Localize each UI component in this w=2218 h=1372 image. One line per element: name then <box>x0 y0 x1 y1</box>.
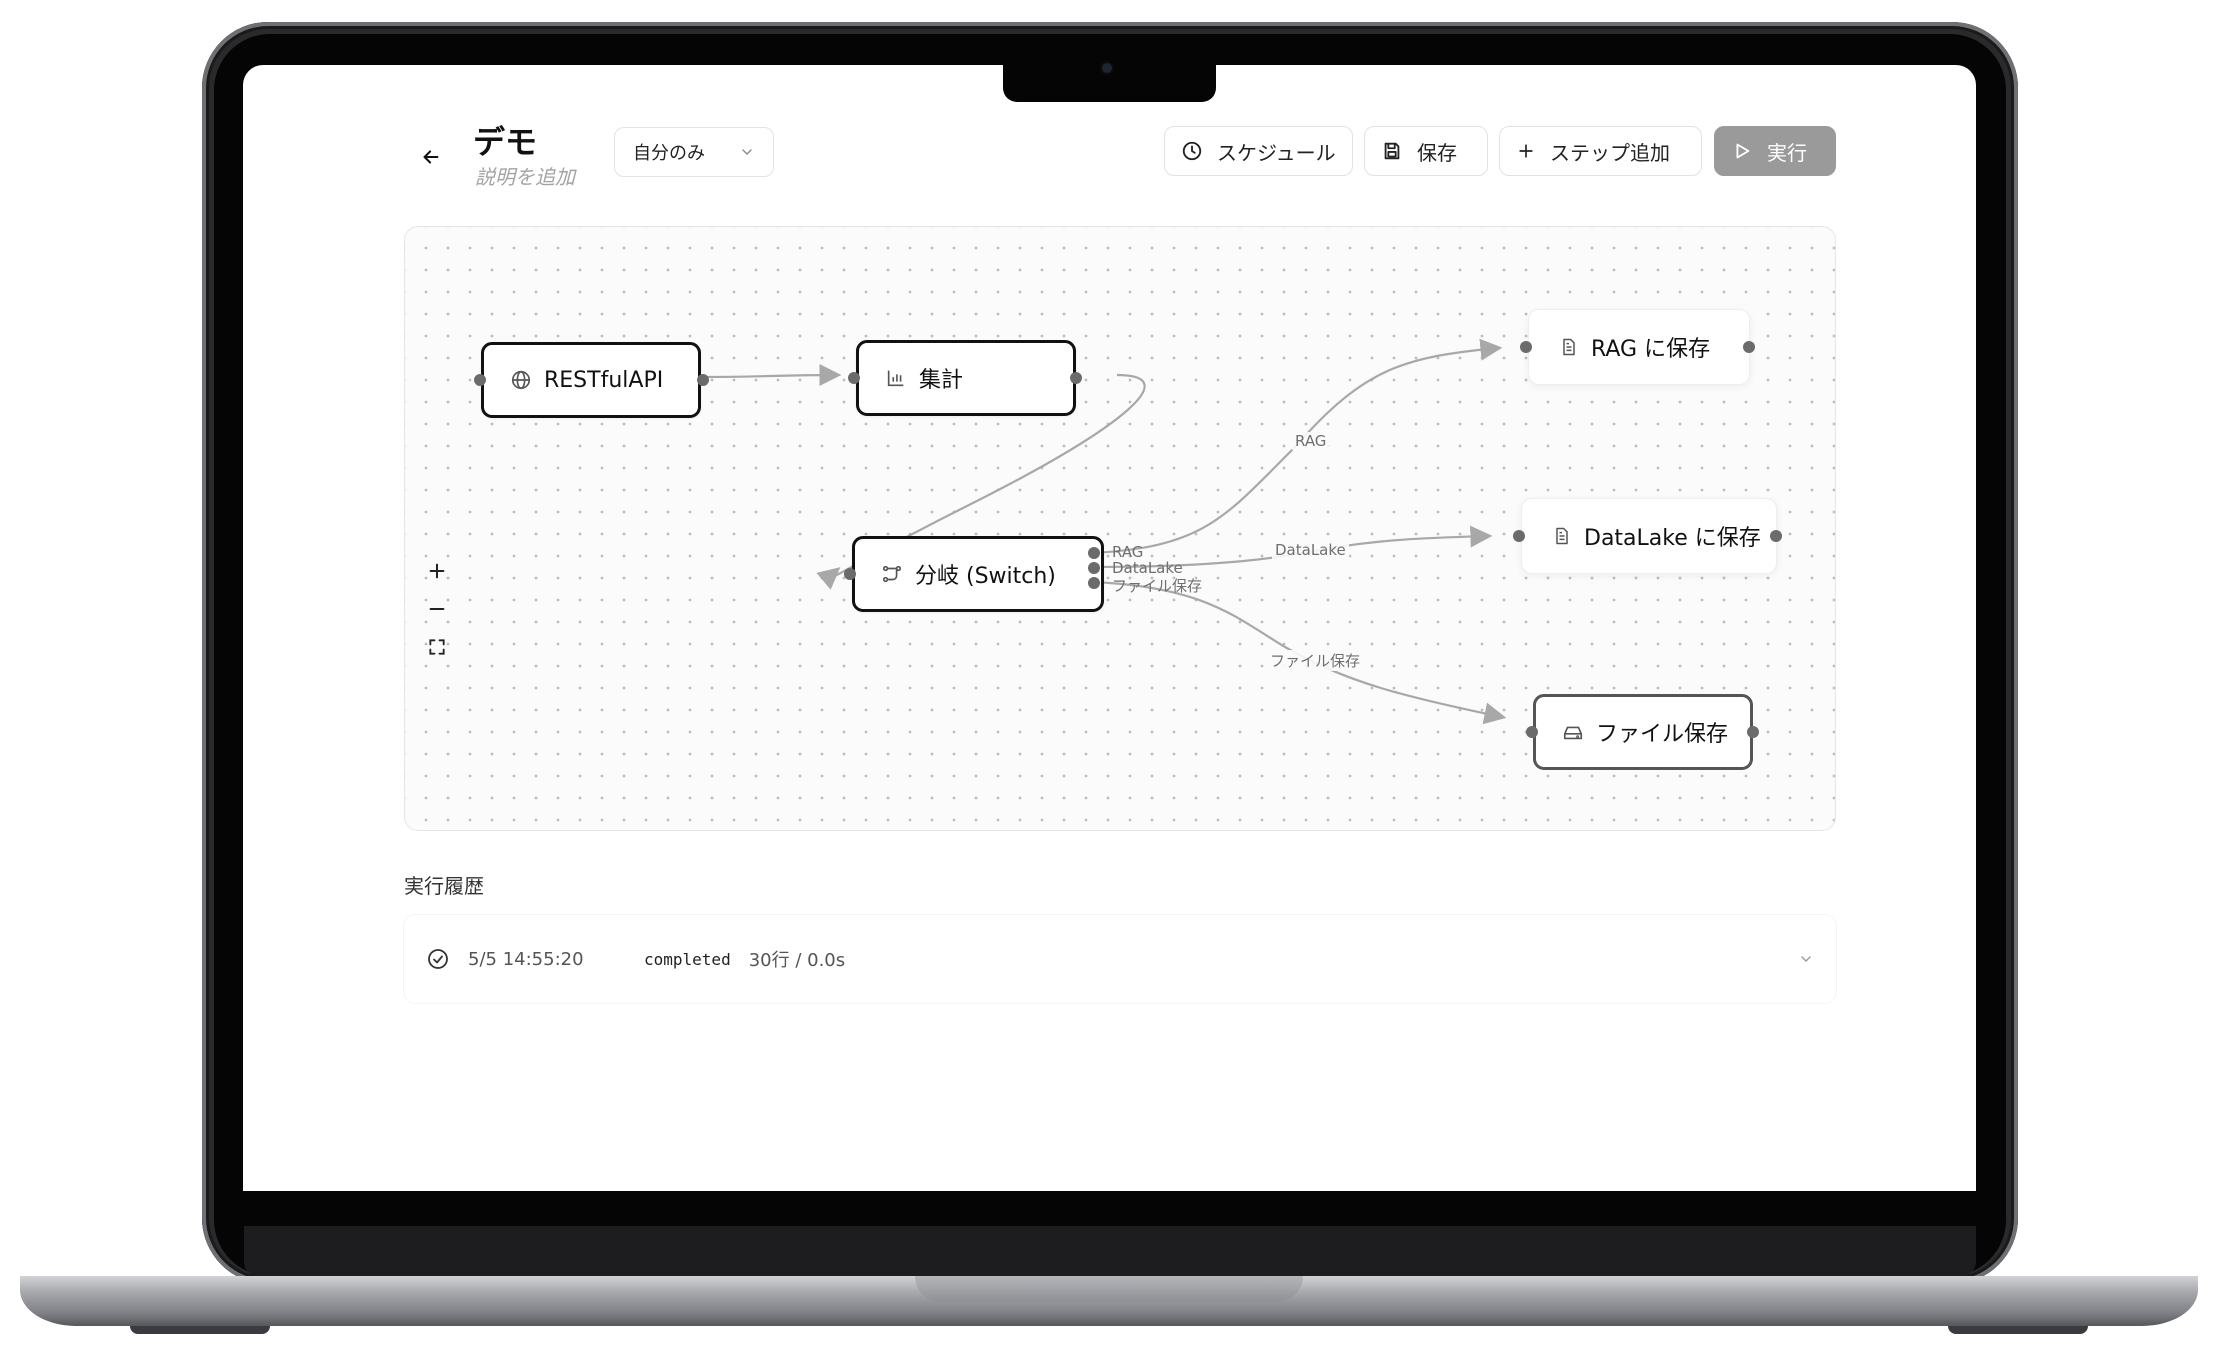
handle-out[interactable] <box>1770 530 1782 542</box>
handle-in[interactable] <box>474 374 486 386</box>
laptop-chin <box>244 1226 1976 1276</box>
handle-out[interactable] <box>1747 726 1759 738</box>
plus-icon <box>1519 144 1533 158</box>
handle-in[interactable] <box>1513 530 1525 542</box>
laptop-opening-notch <box>915 1276 1303 1302</box>
handle-out[interactable] <box>1070 372 1082 384</box>
node-save-datalake[interactable]: DataLake に保存 <box>1521 498 1777 574</box>
description-placeholder[interactable]: 説明を追加 <box>475 161 575 190</box>
zoom-out-button[interactable] <box>419 590 455 628</box>
node-save-rag[interactable]: RAG に保存 <box>1528 309 1750 385</box>
node-label: RESTfulAPI <box>544 367 664 393</box>
file-icon <box>1563 338 1575 356</box>
save-icon <box>1384 142 1400 160</box>
handle-in[interactable] <box>848 372 860 384</box>
check-circle-icon <box>428 949 448 969</box>
history-heading: 実行履歴 <box>404 874 484 898</box>
node-restful-api[interactable]: RESTfulAPI <box>481 342 701 418</box>
globe-icon <box>511 370 531 390</box>
laptop-foot-left <box>130 1326 270 1334</box>
schedule-label: スケジュール <box>1217 140 1336 165</box>
node-label: 集計 <box>919 368 964 393</box>
fit-view-button[interactable] <box>419 628 455 666</box>
chevron-down-icon <box>742 149 752 155</box>
handle-out[interactable] <box>697 374 709 386</box>
zoom-in-button[interactable] <box>419 552 455 590</box>
zoom-controls <box>419 552 455 666</box>
fullscreen-icon <box>429 639 445 655</box>
plus-icon <box>429 563 445 579</box>
handle-in[interactable] <box>1526 726 1538 738</box>
run-label: 実行 <box>1767 140 1807 165</box>
clock-icon <box>1182 141 1202 161</box>
node-save-file[interactable]: ファイル保存 <box>1533 694 1753 770</box>
save-label: 保存 <box>1417 140 1457 165</box>
add-step-label: ステップ追加 <box>1550 140 1670 165</box>
save-button[interactable]: 保存 <box>1364 126 1488 176</box>
node-label: RAG に保存 <box>1591 337 1711 362</box>
back-button[interactable] <box>416 142 446 172</box>
visibility-select[interactable]: 自分のみ <box>614 127 774 177</box>
node-switch[interactable]: 分岐 (Switch) <box>852 536 1104 612</box>
chevron-down-icon[interactable] <box>1798 951 1814 967</box>
add-step-button[interactable]: ステップ追加 <box>1499 126 1702 176</box>
node-label: DataLake に保存 <box>1584 526 1761 551</box>
schedule-button[interactable]: スケジュール <box>1164 126 1353 176</box>
handle-out-rag[interactable] <box>1088 547 1100 559</box>
drive-icon <box>1563 726 1583 740</box>
handle-in[interactable] <box>1520 341 1532 353</box>
bar-chart-icon <box>887 370 904 387</box>
node-label: ファイル保存 <box>1596 722 1729 747</box>
arrow-left-icon <box>423 150 439 164</box>
edge-switch-rag <box>1092 338 1503 555</box>
visibility-value: 自分のみ <box>633 143 705 164</box>
minus-icon <box>429 607 445 611</box>
edge-label-datalake: DataLake <box>1272 541 1349 559</box>
history-summary: 30行 / 0.0s <box>748 950 846 971</box>
history-timestamp: 5/5 14:55:20 <box>468 948 584 970</box>
workflow-canvas[interactable]: RESTfulAPI 集計 分岐 (Switch) RAG DataLake フ… <box>404 226 1836 831</box>
split-icon <box>882 565 902 583</box>
node-aggregate[interactable]: 集計 <box>856 340 1076 416</box>
page-title: デモ <box>473 123 538 161</box>
edge-label-file: ファイル保存 <box>1267 650 1364 671</box>
file-icon <box>1556 527 1568 545</box>
play-icon <box>1736 143 1750 159</box>
handle-out[interactable] <box>1743 341 1755 353</box>
app-screen: デモ 説明を追加 自分のみ スケジュール 保存 ステップ追加 実行 RESTfu… <box>243 65 1976 1191</box>
camera-icon <box>1102 63 1112 73</box>
handle-out-datalake[interactable] <box>1088 562 1100 574</box>
history-status: completed <box>644 949 731 969</box>
handle-in[interactable] <box>844 568 856 580</box>
node-label: 分岐 (Switch) <box>915 564 1056 589</box>
run-button[interactable]: 実行 <box>1714 126 1836 176</box>
port-label-file: ファイル保存 <box>1112 577 1203 595</box>
history-row[interactable]: 5/5 14:55:20 completed 30行 / 0.0s <box>404 915 1836 1003</box>
laptop-foot-right <box>1948 1326 2088 1334</box>
handle-out-file[interactable] <box>1088 577 1100 589</box>
edge-restful-aggregate <box>703 364 842 387</box>
edge-label-rag: RAG <box>1292 432 1330 450</box>
